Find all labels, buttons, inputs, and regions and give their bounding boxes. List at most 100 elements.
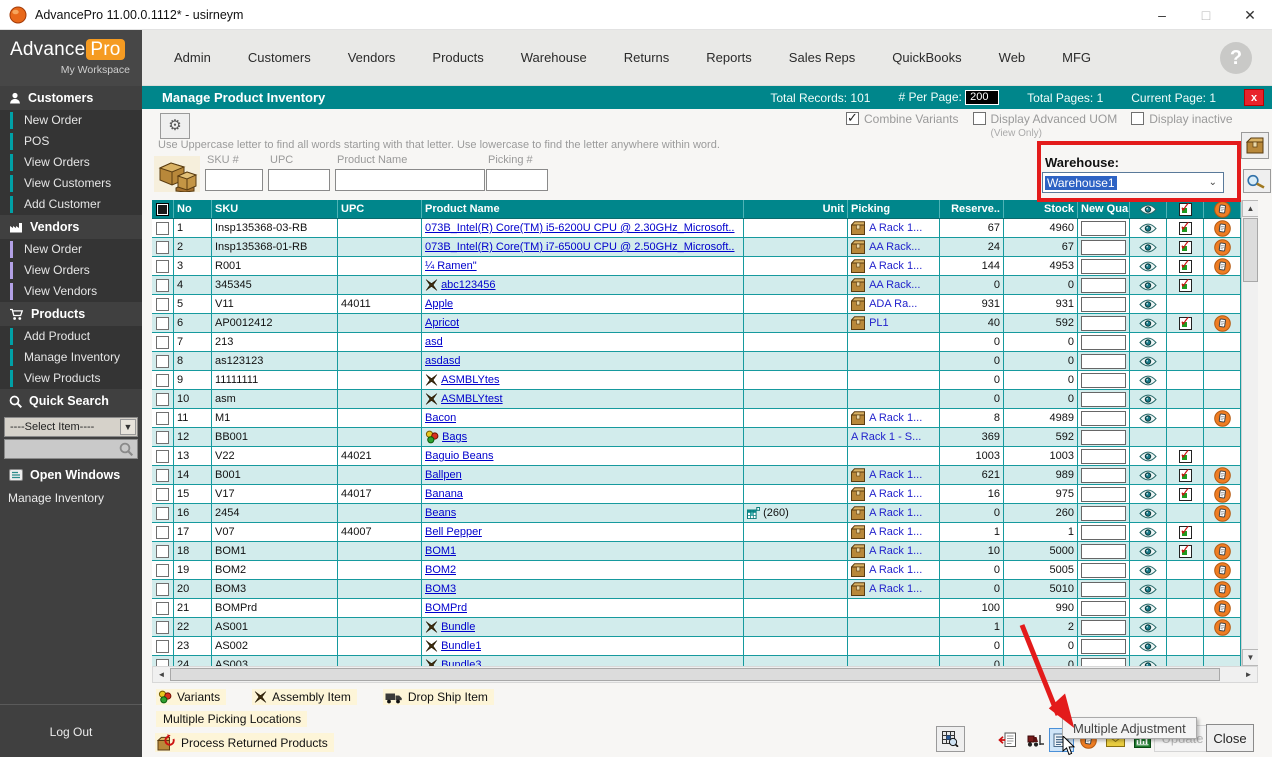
sidebar-section-customers[interactable]: Customers xyxy=(0,86,142,110)
product-link[interactable]: BOM1 xyxy=(425,545,456,557)
returns-orange-icon[interactable] xyxy=(1214,220,1231,237)
row-checkbox[interactable] xyxy=(156,488,169,501)
product-link[interactable]: asdasd xyxy=(425,355,460,367)
new-quantity-input[interactable] xyxy=(1081,354,1126,369)
new-quantity-input[interactable] xyxy=(1081,392,1126,407)
col-picking[interactable]: Picking xyxy=(848,200,940,218)
row-checkbox[interactable] xyxy=(156,526,169,539)
select-all-checkbox[interactable] xyxy=(156,203,169,216)
returns-orange-icon[interactable] xyxy=(1214,562,1231,579)
eye-icon[interactable] xyxy=(1139,413,1157,424)
eye-icon[interactable] xyxy=(1139,299,1157,310)
returns-orange-icon[interactable] xyxy=(1214,239,1231,256)
new-quantity-input[interactable] xyxy=(1081,316,1126,331)
package-icon[interactable] xyxy=(851,544,866,558)
nav-item-products[interactable]: Products xyxy=(432,50,483,65)
adjustment-report-button[interactable] xyxy=(995,728,1020,752)
maximize-button[interactable]: □ xyxy=(1184,0,1228,30)
row-checkbox[interactable] xyxy=(156,583,169,596)
product-link[interactable]: BOM3 xyxy=(425,583,456,595)
eye-icon[interactable] xyxy=(1139,508,1157,519)
horizontal-scroll-thumb[interactable] xyxy=(170,668,1220,681)
nav-item-quickbooks[interactable]: QuickBooks xyxy=(892,50,961,65)
quick-search-select[interactable]: ----Select Item----▼ xyxy=(4,417,138,437)
adjustment-icon[interactable] xyxy=(1179,317,1192,330)
row-checkbox[interactable] xyxy=(156,507,169,520)
eye-icon[interactable] xyxy=(1139,603,1157,614)
new-quantity-input[interactable] xyxy=(1081,221,1126,236)
minimize-button[interactable]: – xyxy=(1140,0,1184,30)
unit-grid-icon[interactable] xyxy=(747,507,760,519)
eye-icon[interactable] xyxy=(1139,622,1157,633)
package-icon[interactable] xyxy=(851,468,866,482)
new-quantity-input[interactable] xyxy=(1081,449,1126,464)
scroll-down-button[interactable]: ▼ xyxy=(1242,649,1258,666)
adjustment-icon[interactable] xyxy=(1179,279,1192,292)
col-product-name[interactable]: Product Name xyxy=(422,200,744,218)
nav-item-customers[interactable]: Customers xyxy=(248,50,311,65)
package-icon[interactable] xyxy=(851,297,866,311)
col-upc[interactable]: UPC xyxy=(338,200,422,218)
vertical-scrollbar[interactable]: ▲ ▼ xyxy=(1241,200,1258,666)
row-checkbox[interactable] xyxy=(156,431,169,444)
product-link[interactable]: abc123456 xyxy=(441,279,495,291)
sidebar-section-vendors[interactable]: Vendors xyxy=(0,215,142,239)
row-checkbox[interactable] xyxy=(156,412,169,425)
returns-orange-icon[interactable] xyxy=(1214,258,1231,275)
row-checkbox[interactable] xyxy=(156,355,169,368)
product-link[interactable]: Bundle3 xyxy=(441,659,481,666)
package-icon[interactable] xyxy=(851,525,866,539)
row-checkbox[interactable] xyxy=(156,298,169,311)
eye-icon[interactable] xyxy=(1139,261,1157,272)
row-checkbox[interactable] xyxy=(156,602,169,615)
product-link[interactable]: Beans xyxy=(425,507,456,519)
eye-icon[interactable] xyxy=(1139,527,1157,538)
new-quantity-input[interactable] xyxy=(1081,297,1126,312)
display-advanced-uom-checkbox[interactable] xyxy=(973,112,986,125)
row-checkbox[interactable] xyxy=(156,564,169,577)
row-checkbox[interactable] xyxy=(156,279,169,292)
package-icon[interactable] xyxy=(851,316,866,330)
adjustment-icon[interactable] xyxy=(1179,545,1192,558)
returns-orange-icon[interactable] xyxy=(1214,467,1231,484)
eye-icon[interactable] xyxy=(1139,394,1157,405)
col-sku[interactable]: SKU xyxy=(212,200,338,218)
product-link[interactable]: asd xyxy=(425,336,443,348)
sidebar-item-products-manage-inventory[interactable]: Manage Inventory xyxy=(0,347,142,368)
returns-orange-icon[interactable] xyxy=(1214,410,1231,427)
new-quantity-input[interactable] xyxy=(1081,582,1126,597)
eye-icon[interactable] xyxy=(1139,451,1157,462)
new-quantity-input[interactable] xyxy=(1081,240,1126,255)
sidebar-item-customers-add-customer[interactable]: Add Customer xyxy=(0,194,142,215)
field-input-sku[interactable] xyxy=(205,169,263,191)
row-checkbox[interactable] xyxy=(156,336,169,349)
row-checkbox[interactable] xyxy=(156,222,169,235)
eye-icon[interactable] xyxy=(1139,242,1157,253)
field-input-upc[interactable] xyxy=(268,169,330,191)
sidebar-item-products-view-products[interactable]: View Products xyxy=(0,368,142,389)
quick-search-input[interactable] xyxy=(4,439,138,459)
nav-item-mfg[interactable]: MFG xyxy=(1062,50,1091,65)
nav-item-web[interactable]: Web xyxy=(999,50,1026,65)
row-checkbox[interactable] xyxy=(156,393,169,406)
package-icon[interactable] xyxy=(851,582,866,596)
col-unit[interactable]: Unit xyxy=(744,200,848,218)
warehouse-search-button[interactable] xyxy=(1243,169,1271,193)
sidebar-item-customers-new-order[interactable]: New Order xyxy=(0,110,142,131)
close-button[interactable]: Close xyxy=(1206,724,1254,752)
new-quantity-input[interactable] xyxy=(1081,468,1126,483)
product-link[interactable]: BOMPrd xyxy=(425,602,467,614)
returns-orange-icon[interactable] xyxy=(1214,581,1231,598)
eye-icon[interactable] xyxy=(1139,470,1157,481)
product-link[interactable]: Apricot xyxy=(425,317,459,329)
col-stock[interactable]: Stock xyxy=(1004,200,1078,218)
row-checkbox[interactable] xyxy=(156,374,169,387)
new-quantity-input[interactable] xyxy=(1081,259,1126,274)
sidebar-section-products[interactable]: Products xyxy=(0,302,142,326)
adjustment-icon[interactable] xyxy=(1179,241,1192,254)
warehouse-picking-button[interactable] xyxy=(1241,132,1269,159)
scroll-left-button[interactable]: ◄ xyxy=(153,667,170,682)
eye-icon[interactable] xyxy=(1139,641,1157,652)
per-page-input[interactable]: 200 xyxy=(965,90,999,105)
sidebar-item-vendors-view-vendors[interactable]: View Vendors xyxy=(0,281,142,302)
